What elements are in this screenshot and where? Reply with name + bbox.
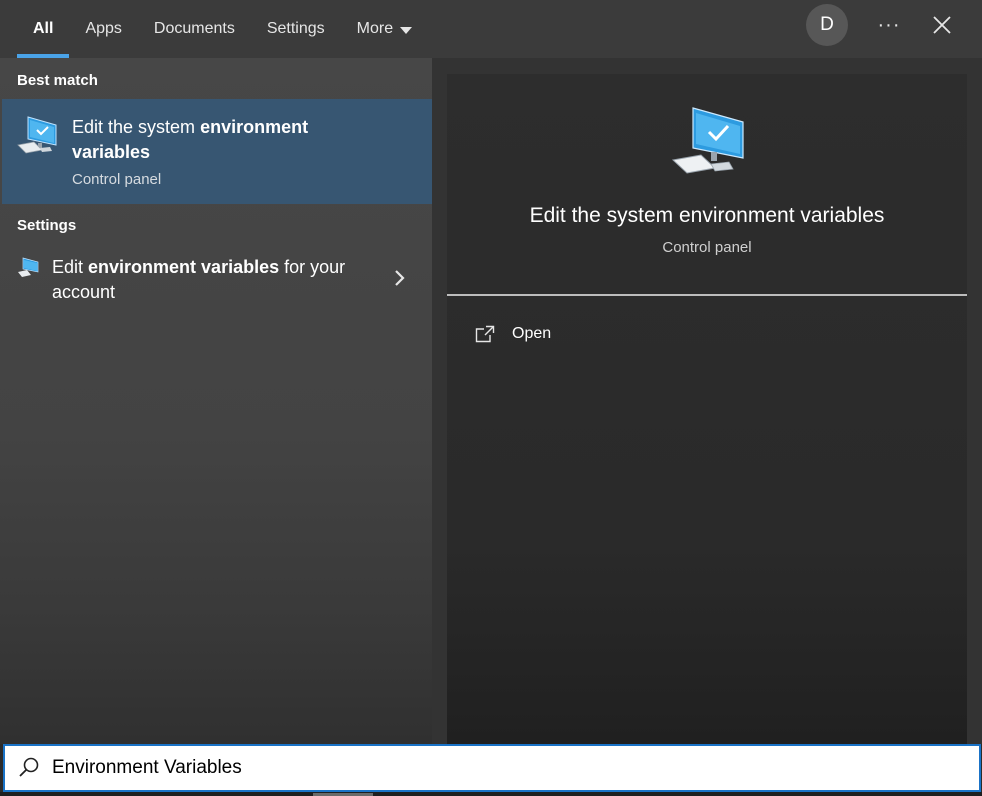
settings-heading: Settings: [17, 217, 77, 234]
open-action-label: Open: [512, 325, 552, 342]
best-match-title-bold: environment: [200, 117, 309, 137]
best-match-result[interactable]: Edit the system environment variables Con…: [2, 99, 432, 204]
search-box[interactable]: [3, 744, 981, 792]
tab-settings-label: Settings: [266, 20, 325, 37]
monitor-settings-icon: [18, 257, 39, 277]
monitor-check-icon: [671, 107, 744, 174]
avatar-initial: D: [820, 14, 834, 35]
ellipsis-icon: ···: [877, 13, 901, 36]
settings-result-title: Edit environment variables for your accou…: [52, 255, 372, 305]
user-avatar-button[interactable]: D: [806, 4, 848, 46]
chevron-right-icon[interactable]: [392, 268, 406, 288]
tab-documents-label: Documents: [153, 20, 235, 37]
best-match-heading: Best match: [17, 72, 98, 89]
best-match-title: Edit the system environment variables: [72, 115, 372, 165]
tab-apps[interactable]: Apps: [69, 0, 137, 58]
close-button[interactable]: [922, 8, 962, 42]
tab-apps-label: Apps: [85, 20, 122, 37]
best-match-title-bold-line2: variables: [72, 142, 151, 162]
best-match-subtitle: Control panel: [72, 171, 162, 188]
monitor-check-icon: [17, 116, 57, 154]
preview-pane: Edit the system environment variables Co…: [432, 58, 982, 744]
open-external-icon: [475, 325, 495, 343]
settings-result-env-vars[interactable]: Edit environment variables for your accou…: [2, 248, 432, 310]
settings-title-line2: account: [52, 282, 116, 302]
tab-documents[interactable]: Documents: [138, 0, 251, 58]
tab-more-label: More: [356, 20, 394, 37]
tab-all-label: All: [33, 20, 54, 37]
caret-down-icon: [400, 26, 413, 34]
tab-settings[interactable]: Settings: [251, 0, 341, 58]
preview-card: Edit the system environment variables Co…: [447, 74, 967, 744]
settings-title-prefix: Edit: [52, 257, 89, 277]
preview-divider: [447, 294, 967, 296]
settings-title-suffix: for your: [279, 257, 346, 277]
more-options-button[interactable]: ···: [869, 8, 909, 42]
best-match-title-prefix: Edit the system: [72, 117, 201, 137]
settings-title-bold: environment variables: [88, 257, 280, 277]
preview-subtitle: Control panel: [662, 239, 752, 256]
search-input[interactable]: [52, 757, 932, 779]
tab-all[interactable]: All: [17, 0, 70, 58]
open-action-button[interactable]: Open: [475, 319, 675, 349]
tab-more[interactable]: More: [341, 0, 428, 58]
preview-title: Edit the system environment variables: [529, 204, 885, 227]
search-icon: [19, 757, 39, 777]
taskbar-edge: [0, 792, 982, 796]
results-pane: Best match Edit the system environment va…: [0, 58, 432, 744]
close-icon: [933, 16, 951, 34]
